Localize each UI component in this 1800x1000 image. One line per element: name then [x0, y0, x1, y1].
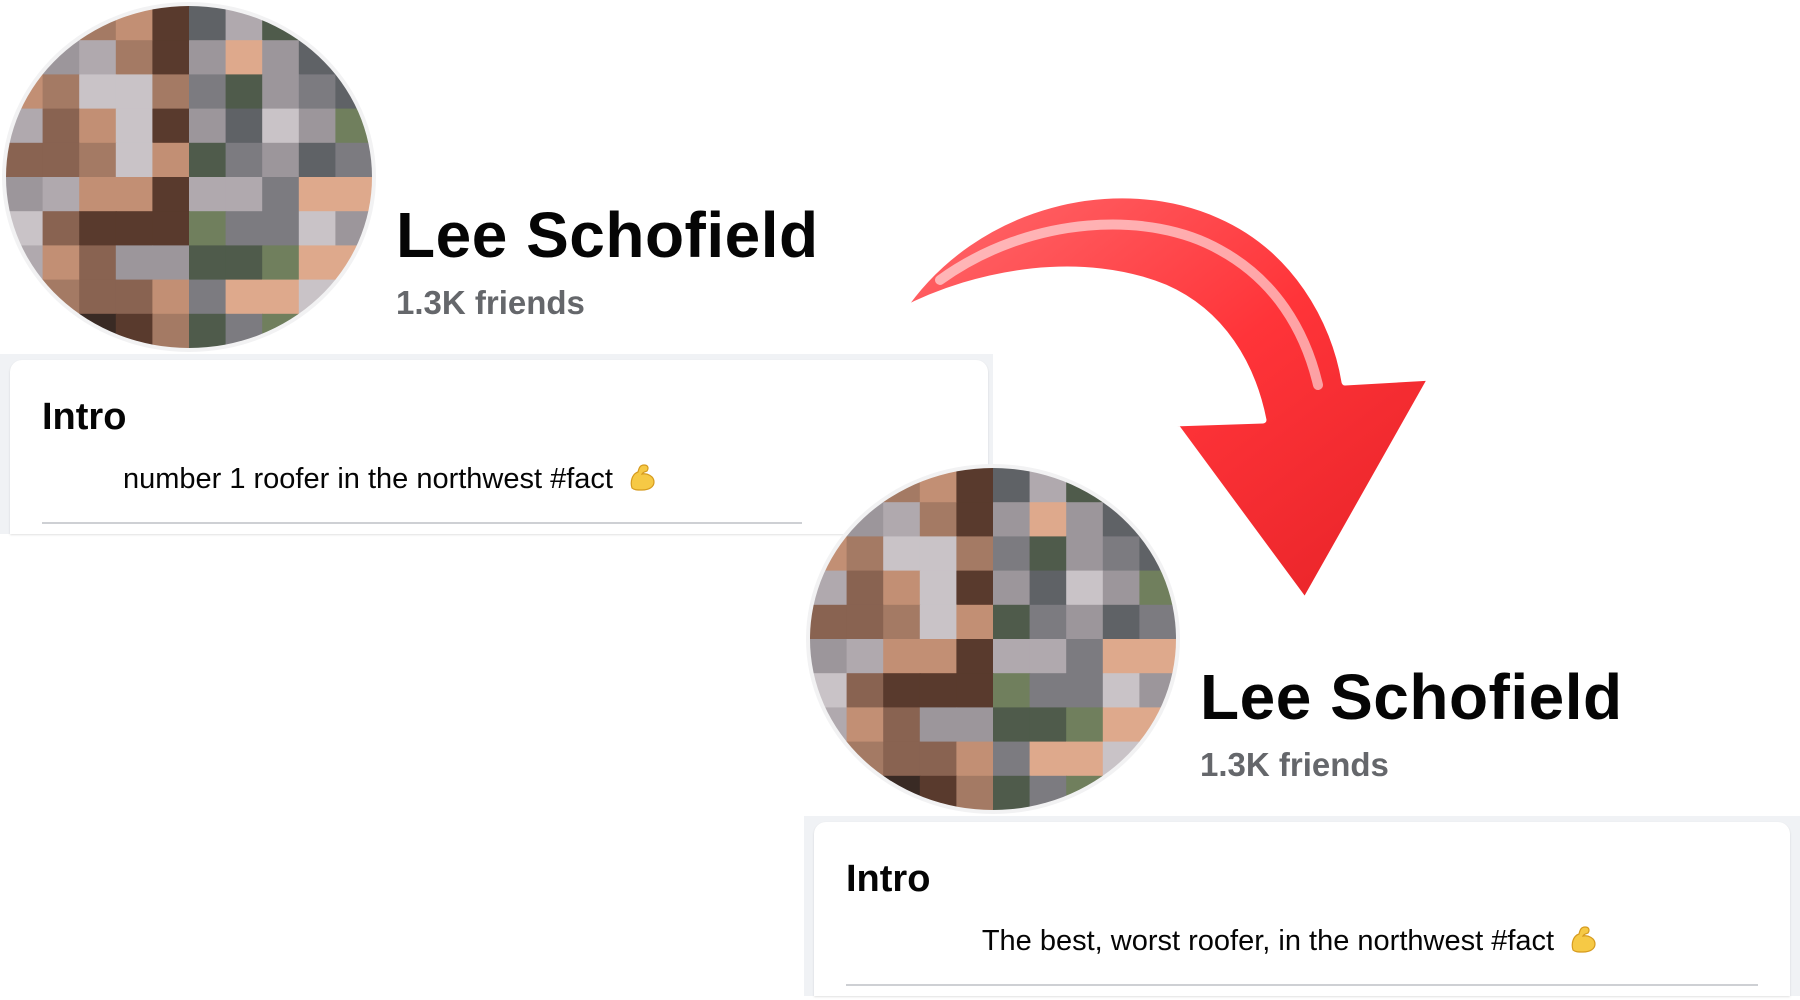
pixelated-profile-photo: [810, 468, 1176, 810]
divider: [846, 984, 1758, 986]
friends-count[interactable]: 1.3K friends: [396, 284, 585, 322]
bio-text-content: number 1 roofer in the northwest #fact: [122, 463, 613, 495]
bio-text: number 1 roofer in the northwest #fact: [10, 462, 770, 496]
bio-text-content: The best, worst roofer, in the northwest…: [981, 925, 1555, 957]
intro-card: Intro The best, worst roofer, in the nor…: [814, 822, 1790, 996]
intro-title: Intro: [42, 396, 127, 438]
flexed-biceps-icon: [1571, 926, 1596, 953]
profile-name[interactable]: Lee Schofield: [1200, 660, 1623, 734]
divider: [42, 522, 802, 524]
friends-count[interactable]: 1.3K friends: [1200, 746, 1389, 784]
bio-text: The best, worst roofer, in the northwest…: [814, 924, 1766, 958]
profile-name[interactable]: Lee Schofield: [396, 198, 819, 272]
avatar[interactable]: [6, 6, 372, 348]
pixelated-profile-photo: [6, 6, 372, 348]
intro-title: Intro: [846, 858, 931, 900]
flexed-biceps-icon: [630, 464, 655, 491]
avatar[interactable]: [810, 468, 1176, 810]
